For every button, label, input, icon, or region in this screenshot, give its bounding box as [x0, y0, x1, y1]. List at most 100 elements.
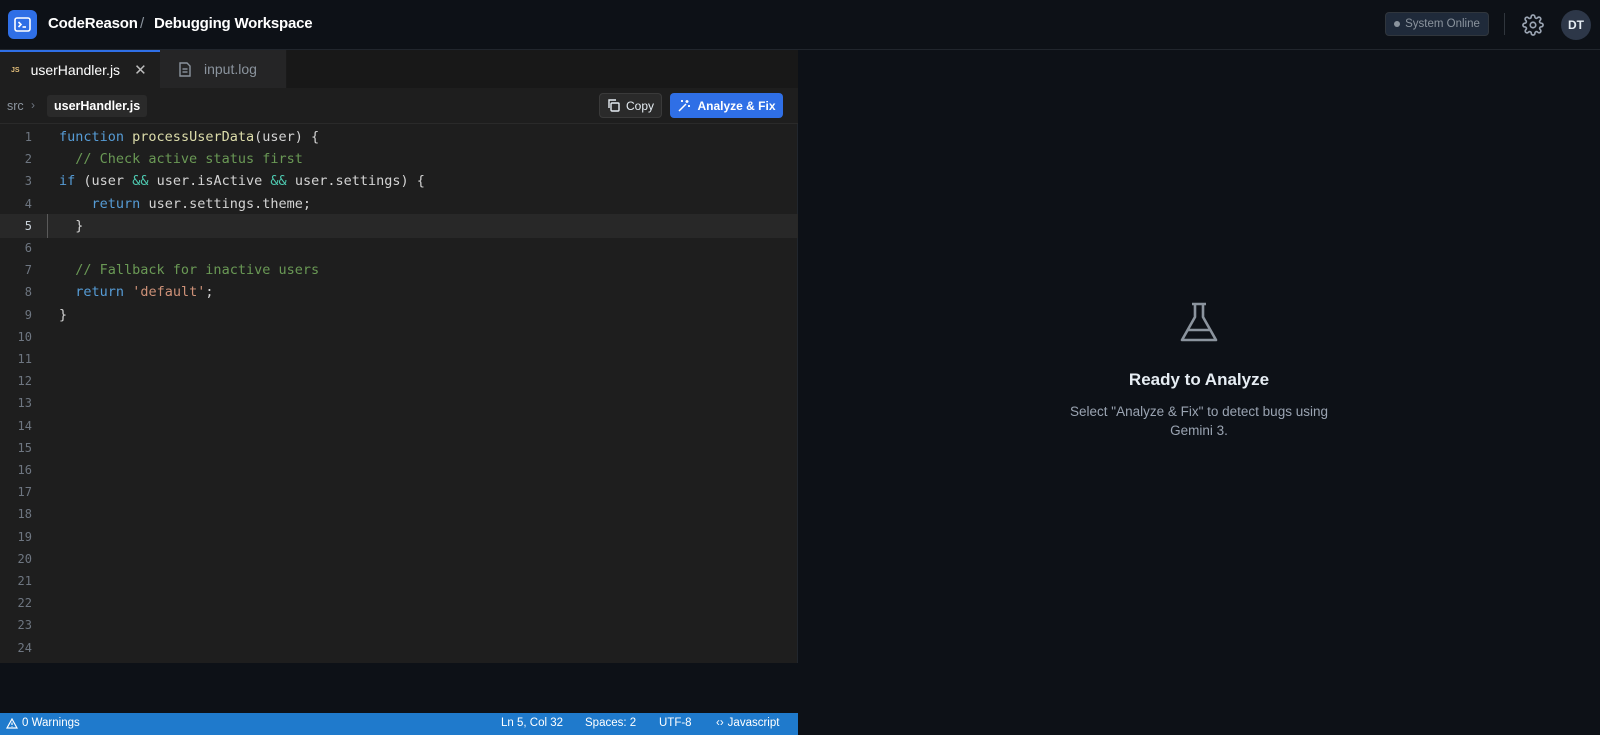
line-number: 6 — [24, 241, 32, 255]
code-line[interactable]: 23 — [0, 613, 798, 637]
code-text: // Check active status first — [75, 151, 303, 168]
panel-title: Ready to Analyze — [1128, 370, 1270, 389]
file-text-icon — [179, 61, 191, 77]
code-line[interactable]: 7 // Fallback for inactive users — [0, 258, 798, 282]
terminal-logo-icon — [8, 10, 37, 39]
top-bar: CodeReason / Debugging Workspace System … — [0, 0, 1600, 50]
code-text: if (user && user.isActive && user.settin… — [59, 173, 425, 190]
line-number: 2 — [24, 152, 32, 167]
line-number: 15 — [17, 440, 32, 455]
line-number: 5 — [24, 218, 32, 233]
line-number: 18 — [17, 507, 32, 522]
tab-input-log[interactable]: input.log — [160, 50, 287, 88]
line-number: 13 — [17, 396, 32, 411]
tab-userhandler[interactable]: JS userHandler.js ✕ — [0, 50, 160, 88]
line-number: 17 — [17, 485, 32, 500]
encoding[interactable]: UTF-8 — [659, 717, 692, 729]
copy-icon — [608, 99, 620, 112]
code-brackets-icon: ‹› — [716, 717, 724, 729]
line-number: 23 — [17, 618, 32, 633]
line-number: 19 — [17, 529, 32, 544]
status-dot-icon — [1394, 21, 1401, 27]
line-number: 22 — [17, 596, 32, 611]
copy-button[interactable]: Copy — [599, 93, 662, 118]
app-name: CodeReason — [48, 15, 138, 32]
line-number: 1 — [24, 130, 32, 144]
tab-label: input.log — [204, 61, 257, 77]
code-line[interactable]: 6 — [0, 236, 798, 260]
chevron-right-icon: › — [31, 98, 35, 112]
analyze-fix-label: Analyze & Fix — [697, 98, 776, 113]
status-text: System Online — [1405, 18, 1480, 30]
line-number: 9 — [24, 307, 32, 322]
line-number: 8 — [24, 285, 32, 300]
title-separator: / — [140, 15, 145, 32]
warnings-indicator[interactable]: 0 Warnings — [6, 717, 80, 729]
line-number: 20 — [17, 551, 32, 566]
status-badge: System Online — [1385, 12, 1489, 36]
line-number: 16 — [17, 463, 32, 477]
code-text: // Fallback for inactive users — [75, 262, 320, 279]
code-line[interactable]: 21 — [0, 569, 798, 593]
header-divider — [1504, 13, 1505, 35]
warnings-text: 0 Warnings — [22, 717, 80, 729]
code-text: return 'default'; — [75, 284, 214, 301]
code-line[interactable]: 10 — [0, 325, 798, 349]
code-editor: JS userHandler.js ✕ input.log src › user… — [0, 50, 798, 735]
warning-icon — [6, 717, 18, 729]
code-line[interactable]: 19 — [0, 525, 798, 549]
code-line[interactable]: 5 } — [0, 213, 798, 238]
analysis-panel: Ready to Analyze Select "Analyze & Fix" … — [798, 50, 1600, 685]
breadcrumb: src › userHandler.js Copy Analyze & Fix — [0, 88, 798, 124]
code-line[interactable]: 16 — [0, 458, 798, 482]
line-number: 12 — [17, 374, 32, 389]
code-line[interactable]: 17 — [0, 480, 798, 504]
code-line[interactable]: 3 if (user && user.isActive && user.setti… — [0, 169, 798, 193]
code-line[interactable]: 15 — [0, 436, 798, 460]
code-line[interactable]: 14 — [0, 414, 798, 438]
analyze-fix-button[interactable]: Analyze & Fix — [670, 93, 783, 118]
tab-label: userHandler.js — [30, 62, 121, 78]
code-text: } — [59, 306, 68, 323]
code-line[interactable]: 22 — [0, 591, 798, 615]
line-number: 7 — [24, 263, 32, 278]
code-line[interactable]: 2 // Check active status first — [0, 147, 798, 171]
code-text: } — [59, 217, 84, 234]
line-number: 4 — [24, 196, 32, 211]
flask-icon — [1180, 302, 1218, 342]
indentation[interactable]: Spaces: 2 — [585, 717, 636, 729]
status-bar: 0 Warnings Ln 5, Col 32 Spaces: 2 UTF-8 … — [0, 713, 798, 735]
code-line[interactable]: 12 — [0, 369, 798, 393]
copy-label: Copy — [625, 98, 654, 113]
language-mode[interactable]: ‹› Javascript — [716, 717, 779, 729]
close-icon[interactable]: ✕ — [134, 61, 147, 79]
code-line[interactable]: 24 — [0, 636, 798, 660]
line-number: 24 — [17, 640, 32, 655]
line-number: 14 — [17, 418, 32, 433]
avatar[interactable]: DT — [1561, 10, 1591, 40]
code-text: return user.settings.theme; — [91, 195, 312, 212]
code-line[interactable]: 18 — [0, 502, 798, 526]
code-line[interactable]: 1 function processUserData(user) { — [0, 125, 798, 149]
code-line[interactable]: 11 — [0, 347, 798, 371]
code-text: function processUserData(user) { — [59, 129, 320, 145]
cursor-position[interactable]: Ln 5, Col 32 — [501, 717, 563, 729]
editor-tabs: JS userHandler.js ✕ input.log — [0, 50, 798, 88]
code-line[interactable]: 13 — [0, 391, 798, 415]
breadcrumb-file[interactable]: userHandler.js — [47, 95, 148, 117]
line-number: 10 — [17, 329, 32, 344]
code-line[interactable]: 20 — [0, 547, 798, 571]
breadcrumb-folder[interactable]: src — [7, 99, 24, 113]
js-file-icon: JS — [11, 66, 20, 74]
magic-wand-icon — [678, 99, 691, 112]
line-number: 21 — [17, 574, 32, 588]
code-area[interactable]: 1 function processUserData(user) { 2 // Ch… — [0, 129, 798, 663]
code-line[interactable]: 8 return 'default'; — [0, 280, 798, 304]
code-line[interactable]: 4 return user.settings.theme; — [0, 192, 798, 216]
page-title: Debugging Workspace — [154, 15, 313, 32]
code-line[interactable]: 9} — [0, 303, 798, 327]
panel-description: Select "Analyze & Fix" to detect bugs us… — [1070, 404, 1328, 438]
line-number: 11 — [17, 352, 32, 366]
language-label: Javascript — [727, 717, 780, 729]
gear-icon[interactable] — [1522, 14, 1544, 36]
